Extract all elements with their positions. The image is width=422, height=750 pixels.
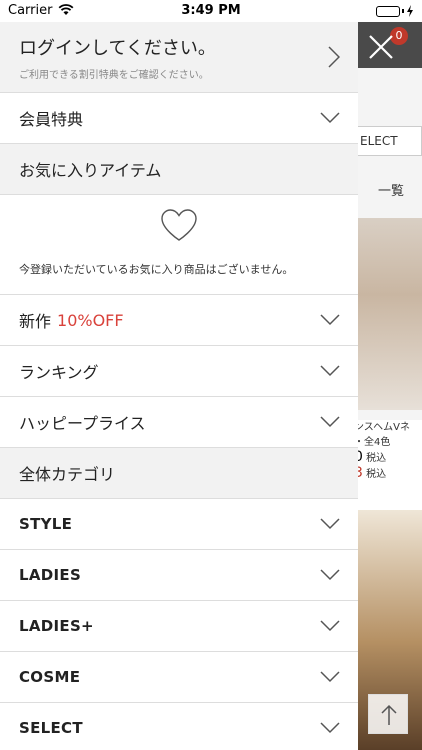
product-description: ンスヘムVネ ・全4色 0 税込 3 税込 [358,420,422,510]
close-icon [369,35,393,59]
category-item-cosme[interactable]: COSME [0,652,358,703]
scroll-to-top-button [368,694,408,734]
menu-item-ranking[interactable]: ランキング [0,346,358,397]
chevron-down-icon [320,569,340,581]
favorites-empty-state: 今登録いただいているお気に入り商品はございません。 [0,195,358,295]
arrow-up-icon [381,704,397,725]
chevron-down-icon [320,416,340,428]
menu-item-favorites[interactable]: お気に入りアイテム [0,144,358,195]
category-item-style[interactable]: STYLE [0,499,358,550]
status-bar: Carrier 3:49 PM [0,0,422,22]
product-sale-price: 3 [358,465,363,481]
product-desc-line: ・全4色 [358,437,391,448]
chevron-down-icon [320,365,340,377]
discount-badge: 10%OFF [57,310,124,330]
tax-label: 税込 [366,469,387,480]
category-item-ladies-plus[interactable]: LADIES+ [0,601,358,652]
menu-item-member-benefits[interactable]: 会員特典 [0,93,358,144]
category-label: LADIES [19,566,82,584]
favorites-empty-text: 今登録いただいているお気に入り商品はございません。 [19,263,294,276]
product-price: 0 [358,449,363,465]
heart-icon [161,209,197,241]
menu-item-label: ランキング [19,363,99,382]
login-title: ログインしてください。 [19,37,216,59]
chevron-down-icon [320,518,340,530]
menu-item-label: ハッピープライス [19,414,146,433]
chevron-down-icon [320,671,340,683]
menu-item-label: お気に入りアイテム [19,161,162,180]
menu-item-label: 全体カテゴリ [19,465,116,484]
product-photo [358,218,422,410]
chevron-down-icon [320,620,340,632]
menu-item-label: 新作 [19,312,52,331]
category-label: COSME [19,668,81,686]
menu-item-happy-price[interactable]: ハッピープライス [0,397,358,448]
product-desc-line: ンスヘムVネ [358,422,410,433]
category-item-ladies[interactable]: LADIES [0,550,358,601]
menu-item-new-arrivals[interactable]: 新作 10%OFF [0,295,358,346]
background-select-tab: ELECT [358,126,422,156]
chevron-down-icon [320,112,340,124]
side-menu-drawer: ログインしてください。 ご利用できる割引特典をご確認ください。 会員特典 お気に… [0,22,358,750]
menu-item-all-categories[interactable]: 全体カテゴリ [0,448,358,499]
clock: 3:49 PM [181,3,241,18]
category-label: SELECT [19,719,83,737]
tax-label: 税込 [366,453,387,464]
login-item[interactable]: ログインしてください。 ご利用できる割引特典をご確認ください。 [0,22,358,93]
category-item-select[interactable]: SELECT [0,703,358,750]
category-label: LADIES+ [19,617,94,635]
close-menu-button[interactable] [364,30,398,64]
menu-item-label: 会員特典 [19,110,84,129]
background-page: 0 ELECT 一覧 ンスヘムVネ ・全4色 0 税込 3 税込 [358,22,422,750]
login-subtitle: ご利用できる割引特典をご確認ください。 [19,69,209,81]
chevron-down-icon [320,722,340,734]
category-label: STYLE [19,515,73,533]
chevron-down-icon [320,314,340,326]
battery-icon [376,5,414,17]
chevron-right-icon [328,46,340,68]
background-list-link: 一覧 [378,184,405,199]
